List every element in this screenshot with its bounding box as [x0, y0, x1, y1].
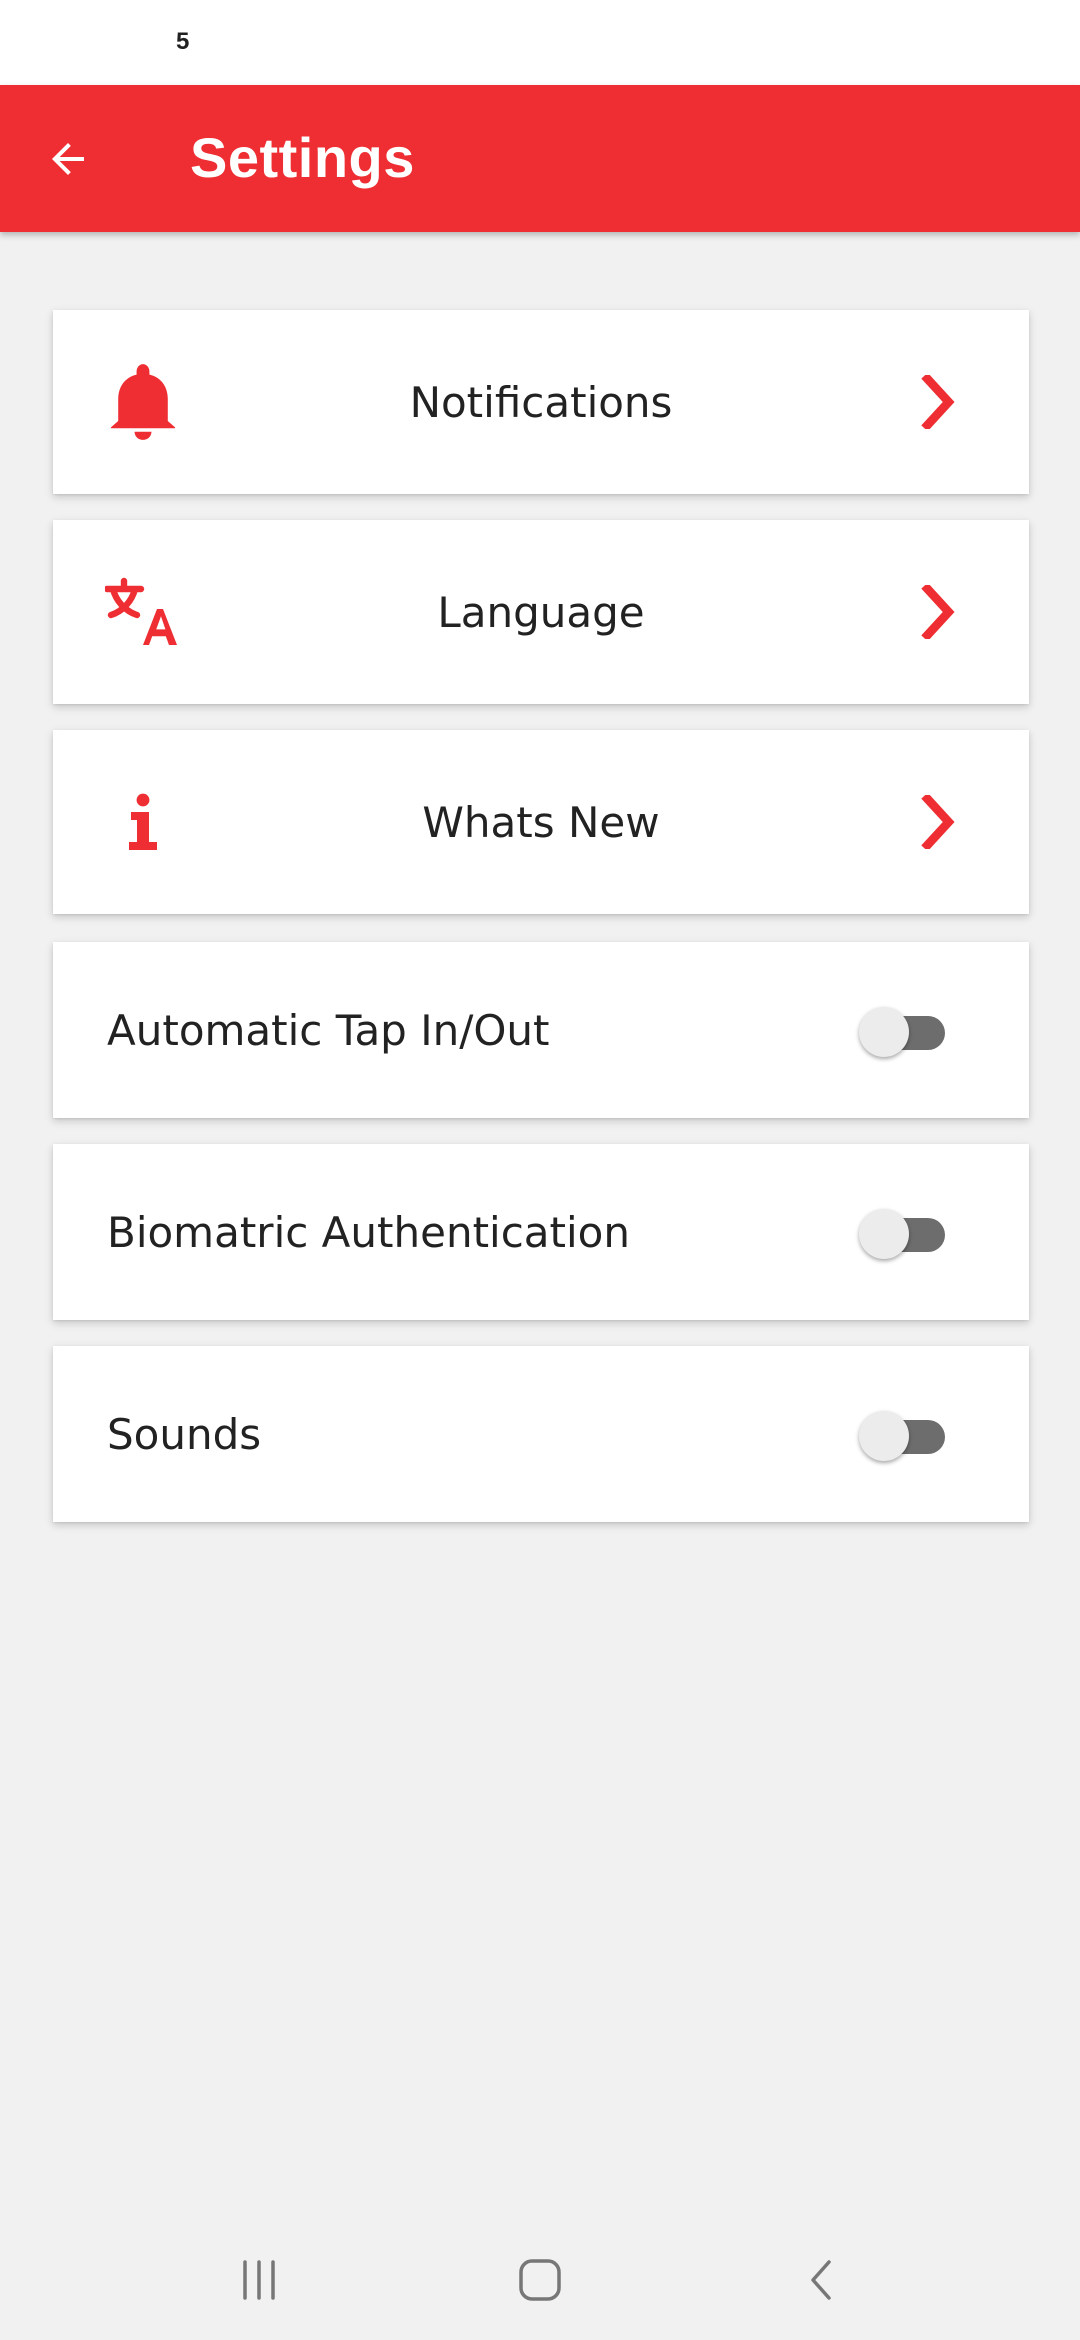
switch-thumb — [859, 1209, 909, 1259]
info-icon — [103, 782, 183, 862]
settings-item-label: Language — [437, 587, 645, 637]
bell-icon — [103, 362, 183, 442]
status-bar: 5 — [0, 0, 1080, 85]
biometric-switch[interactable] — [859, 1208, 947, 1259]
home-button[interactable] — [500, 2250, 580, 2310]
setting-sounds: Sounds — [53, 1346, 1029, 1522]
automatic-tap-switch[interactable] — [859, 1006, 947, 1057]
setting-biometric-authentication: Biomatric Authentication — [53, 1144, 1029, 1320]
translate-icon — [103, 572, 183, 652]
app-bar: Settings — [0, 85, 1080, 232]
settings-item-language[interactable]: Language — [53, 520, 1029, 704]
chevron-right-icon — [909, 792, 969, 852]
back-button[interactable] — [38, 129, 98, 189]
setting-label: Sounds — [107, 1409, 262, 1459]
arrow-left-icon — [52, 143, 84, 175]
page-title: Settings — [190, 126, 415, 189]
system-nav-bar — [0, 2220, 1080, 2340]
system-back-button[interactable] — [781, 2250, 861, 2310]
setting-label: Biomatric Authentication — [107, 1207, 630, 1257]
settings-item-whats-new[interactable]: Whats New — [53, 730, 1029, 914]
settings-item-label: Notifications — [409, 377, 673, 427]
settings-item-notifications[interactable]: Notifications — [53, 310, 1029, 494]
settings-item-label: Whats New — [422, 797, 660, 847]
recent-apps-icon — [243, 2260, 275, 2300]
sounds-switch[interactable] — [859, 1410, 947, 1461]
chevron-right-icon — [909, 372, 969, 432]
home-icon — [519, 2259, 561, 2301]
chevron-right-icon — [909, 582, 969, 642]
back-icon — [811, 2260, 831, 2300]
switch-thumb — [859, 1411, 909, 1461]
recent-apps-button[interactable] — [219, 2250, 299, 2310]
setting-automatic-tap: Automatic Tap In/Out — [53, 942, 1029, 1118]
setting-label: Automatic Tap In/Out — [107, 1005, 550, 1055]
status-time: 5 — [176, 28, 190, 55]
switch-thumb — [859, 1007, 909, 1057]
